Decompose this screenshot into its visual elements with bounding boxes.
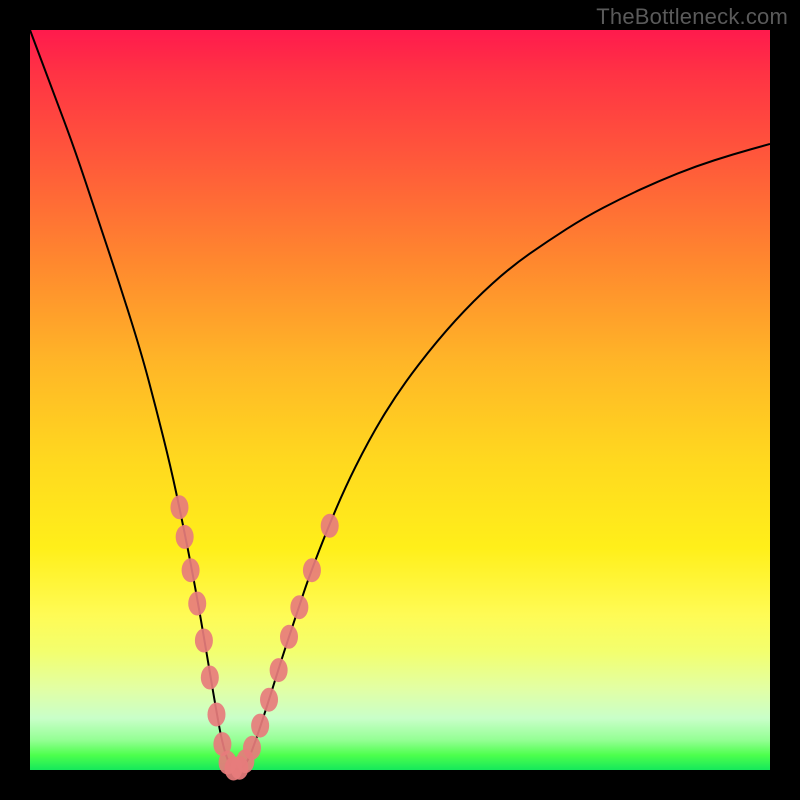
data-marker <box>251 714 269 738</box>
data-marker <box>207 703 225 727</box>
curve-layer <box>30 30 770 770</box>
data-marker <box>170 495 188 519</box>
data-marker <box>280 625 298 649</box>
data-marker <box>321 514 339 538</box>
data-marker <box>303 558 321 582</box>
data-marker <box>260 688 278 712</box>
watermark-text: TheBottleneck.com <box>596 4 788 30</box>
data-marker <box>182 558 200 582</box>
chart-frame: TheBottleneck.com <box>0 0 800 800</box>
marker-group <box>170 495 338 780</box>
data-marker <box>201 666 219 690</box>
data-marker <box>176 525 194 549</box>
data-marker <box>290 595 308 619</box>
data-marker <box>270 658 288 682</box>
data-marker <box>243 736 261 760</box>
data-marker <box>188 592 206 616</box>
bottleneck-curve <box>30 30 770 769</box>
plot-area <box>30 30 770 770</box>
data-marker <box>195 629 213 653</box>
